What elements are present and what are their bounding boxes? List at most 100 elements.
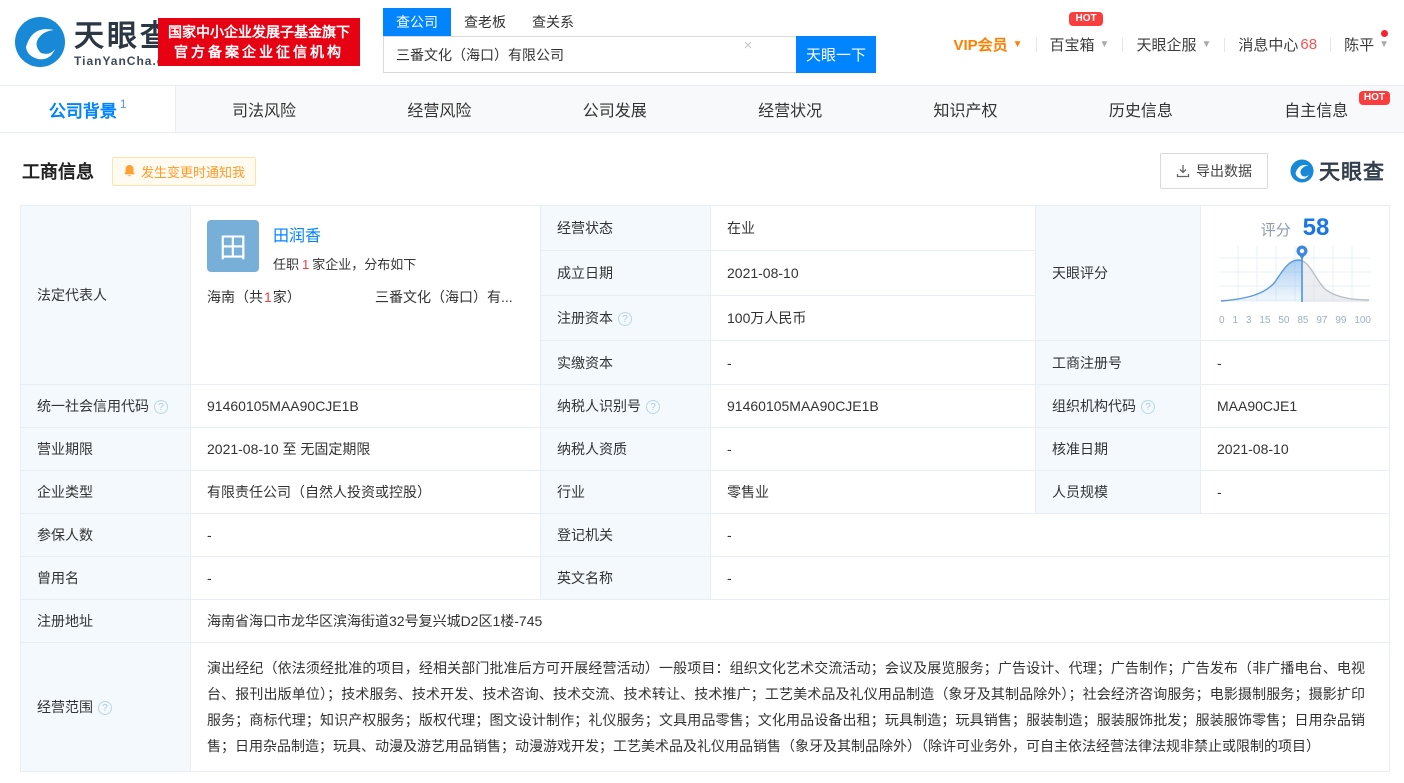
business-scope-label-cell: 经营范围? xyxy=(20,642,191,772)
export-data-button[interactable]: 导出数据 xyxy=(1160,153,1268,189)
job-text: 家企业，分布如下 xyxy=(312,257,417,272)
message-center-menu-item[interactable]: 消息中心 68 xyxy=(1225,34,1330,55)
section-title: 工商信息 xyxy=(22,162,94,182)
help-icon[interactable]: ? xyxy=(618,312,632,326)
tab-operating-status[interactable]: 经营状况 xyxy=(703,86,878,132)
section-header: 工商信息 发生变更时通知我 导出数据 天眼查 xyxy=(0,133,1404,205)
est-date-label-cell: 成立日期 xyxy=(540,250,711,296)
tab-label: 自主信息 xyxy=(1284,103,1349,120)
search-tab-relation[interactable]: 查关系 xyxy=(532,8,574,36)
gov-certification-badge: 国家中小企业发展子基金旗下 官方备案企业征信机构 xyxy=(158,18,360,66)
field-value: 2021-08-10 至 无固定期限 xyxy=(207,441,371,457)
help-icon[interactable]: ? xyxy=(154,400,168,414)
field-label: 核准日期 xyxy=(1052,441,1108,457)
insured-count-value-cell: - xyxy=(190,513,541,557)
reg-authority-label-cell: 登记机关 xyxy=(540,513,711,557)
tab-judicial-risk[interactable]: 司法风险 xyxy=(176,86,351,132)
site-header: 天眼查 TianYanCha.com 国家中小企业发展子基金旗下 官方备案企业征… xyxy=(0,0,1404,85)
staff-size-value-cell: - xyxy=(1200,470,1390,514)
business-scope-value-cell: 演出经纪（依法须经批准的项目，经相关部门批准后方可开展经营活动）一般项目：组织文… xyxy=(190,642,1390,772)
status-label-cell: 经营状态 xyxy=(540,205,711,251)
tab-self-published-info[interactable]: 自主信息 HOT xyxy=(1229,86,1404,132)
score-label-cell: 天眼评分 xyxy=(1035,205,1201,341)
company-type-label-cell: 企业类型 xyxy=(20,470,191,514)
avatar[interactable]: 田 xyxy=(207,220,259,272)
field-value: - xyxy=(1217,484,1222,500)
region-count: 1 xyxy=(264,289,272,305)
industry-value-cell: 零售业 xyxy=(710,470,1036,514)
field-value: 91460105MAA90CJE1B xyxy=(207,398,359,414)
vip-menu-item[interactable]: VIP会员 ▼ xyxy=(940,34,1035,55)
field-label: 登记机关 xyxy=(557,527,613,543)
top-menu: VIP会员 ▼ HOT 百宝箱 ▼ 天眼企服 ▼ 消息中心 68 陈平 ▼ xyxy=(940,12,1402,55)
field-label: 法定代表人 xyxy=(37,287,107,303)
vip-label: VIP会员 xyxy=(953,37,1008,54)
field-value: 91460105MAA90CJE1B xyxy=(727,398,879,414)
search-tab-boss[interactable]: 查老板 xyxy=(464,8,506,36)
tab-history-info[interactable]: 历史信息 xyxy=(1053,86,1228,132)
download-icon xyxy=(1176,165,1190,178)
est-date-value-cell: 2021-08-10 xyxy=(710,250,1036,296)
tab-intellectual-property[interactable]: 知识产权 xyxy=(878,86,1053,132)
field-value: 有限责任公司（自然人投资或控股） xyxy=(207,484,431,500)
chevron-down-icon: ▼ xyxy=(1099,39,1110,50)
business-term-label-cell: 营业期限 xyxy=(20,427,191,471)
company-type-value-cell: 有限责任公司（自然人投资或控股） xyxy=(190,470,541,514)
score-value: 58 xyxy=(1302,214,1330,241)
legal-rep-value-cell: 田 田润香 任职 1 家企业，分布如下 海南（共1家） 三番文化（海口）有... xyxy=(190,205,541,385)
legal-rep-name-link[interactable]: 田润香 xyxy=(273,222,416,246)
field-label: 纳税人识别号 xyxy=(557,398,641,414)
help-icon[interactable]: ? xyxy=(1141,400,1155,414)
export-button-label: 导出数据 xyxy=(1196,163,1252,179)
field-value: - xyxy=(727,570,732,586)
field-value: - xyxy=(1217,354,1222,371)
approval-date-value-cell: 2021-08-10 xyxy=(1200,427,1390,471)
tab-label: 经营状况 xyxy=(758,103,823,120)
reg-number-label-cell: 工商注册号 xyxy=(1035,340,1201,385)
message-count-badge: 68 xyxy=(1300,36,1318,53)
search-button[interactable]: 天眼一下 xyxy=(796,36,876,73)
legal-rep-region: 海南（共1家） xyxy=(207,287,375,307)
former-name-value-cell: - xyxy=(190,556,541,600)
chevron-down-icon: ▼ xyxy=(1201,39,1212,50)
insured-count-label-cell: 参保人数 xyxy=(20,513,191,557)
tick-label: 97 xyxy=(1316,315,1328,326)
watermark-text: 天眼查 xyxy=(1319,161,1385,184)
enterprise-service-menu-item[interactable]: 天眼企服 ▼ xyxy=(1123,34,1224,55)
reg-authority-value-cell: - xyxy=(710,513,1390,557)
reg-number-value-cell: - xyxy=(1200,340,1390,385)
taxpayer-id-value-cell: 91460105MAA90CJE1B xyxy=(710,384,1036,428)
paid-capital-label-cell: 实缴资本 xyxy=(540,340,711,385)
field-label: 工商注册号 xyxy=(1052,354,1122,371)
tab-label: 公司背景 xyxy=(48,101,117,121)
field-value: - xyxy=(207,570,212,586)
reg-capital-value-cell: 100万人民币 xyxy=(710,295,1036,341)
tab-operating-risk[interactable]: 经营风险 xyxy=(352,86,527,132)
bell-icon xyxy=(124,165,135,177)
tab-company-development[interactable]: 公司发展 xyxy=(527,86,702,132)
industry-label-cell: 行业 xyxy=(540,470,711,514)
help-icon[interactable]: ? xyxy=(646,400,660,414)
field-value: MAA90CJE1 xyxy=(1217,398,1298,414)
help-icon[interactable]: ? xyxy=(98,701,112,715)
tick-label: 99 xyxy=(1335,315,1347,326)
field-label: 参保人数 xyxy=(37,527,93,543)
user-menu-item[interactable]: 陈平 ▼ xyxy=(1331,30,1402,55)
field-label: 经营状态 xyxy=(557,220,613,236)
notification-dot xyxy=(1381,30,1388,37)
search-tab-company[interactable]: 查公司 xyxy=(383,8,451,36)
legal-rep-job-summary: 任职 1 家企业，分布如下 xyxy=(273,254,416,273)
tick-label: 3 xyxy=(1245,315,1252,326)
toolbox-menu-item[interactable]: HOT 百宝箱 ▼ xyxy=(1037,12,1123,55)
tab-company-background[interactable]: 公司背景 1 xyxy=(0,86,177,132)
legal-rep-company-link[interactable]: 三番文化（海口）有... xyxy=(375,287,513,307)
search-input[interactable] xyxy=(383,36,796,73)
score-value-cell: 评分 58 0 1 3 15 50 85 97 99 100 xyxy=(1200,205,1390,341)
search-clear-icon[interactable]: × xyxy=(738,36,758,56)
notify-on-change-button[interactable]: 发生变更时通知我 xyxy=(112,156,257,186)
tab-label: 历史信息 xyxy=(1108,103,1173,120)
notify-button-label: 发生变更时通知我 xyxy=(141,164,246,180)
field-label: 组织机构代码 xyxy=(1052,398,1136,414)
search-area: 查公司 查老板 查关系 天眼一下 xyxy=(383,8,876,73)
tab-count-sup: 1 xyxy=(119,97,127,111)
